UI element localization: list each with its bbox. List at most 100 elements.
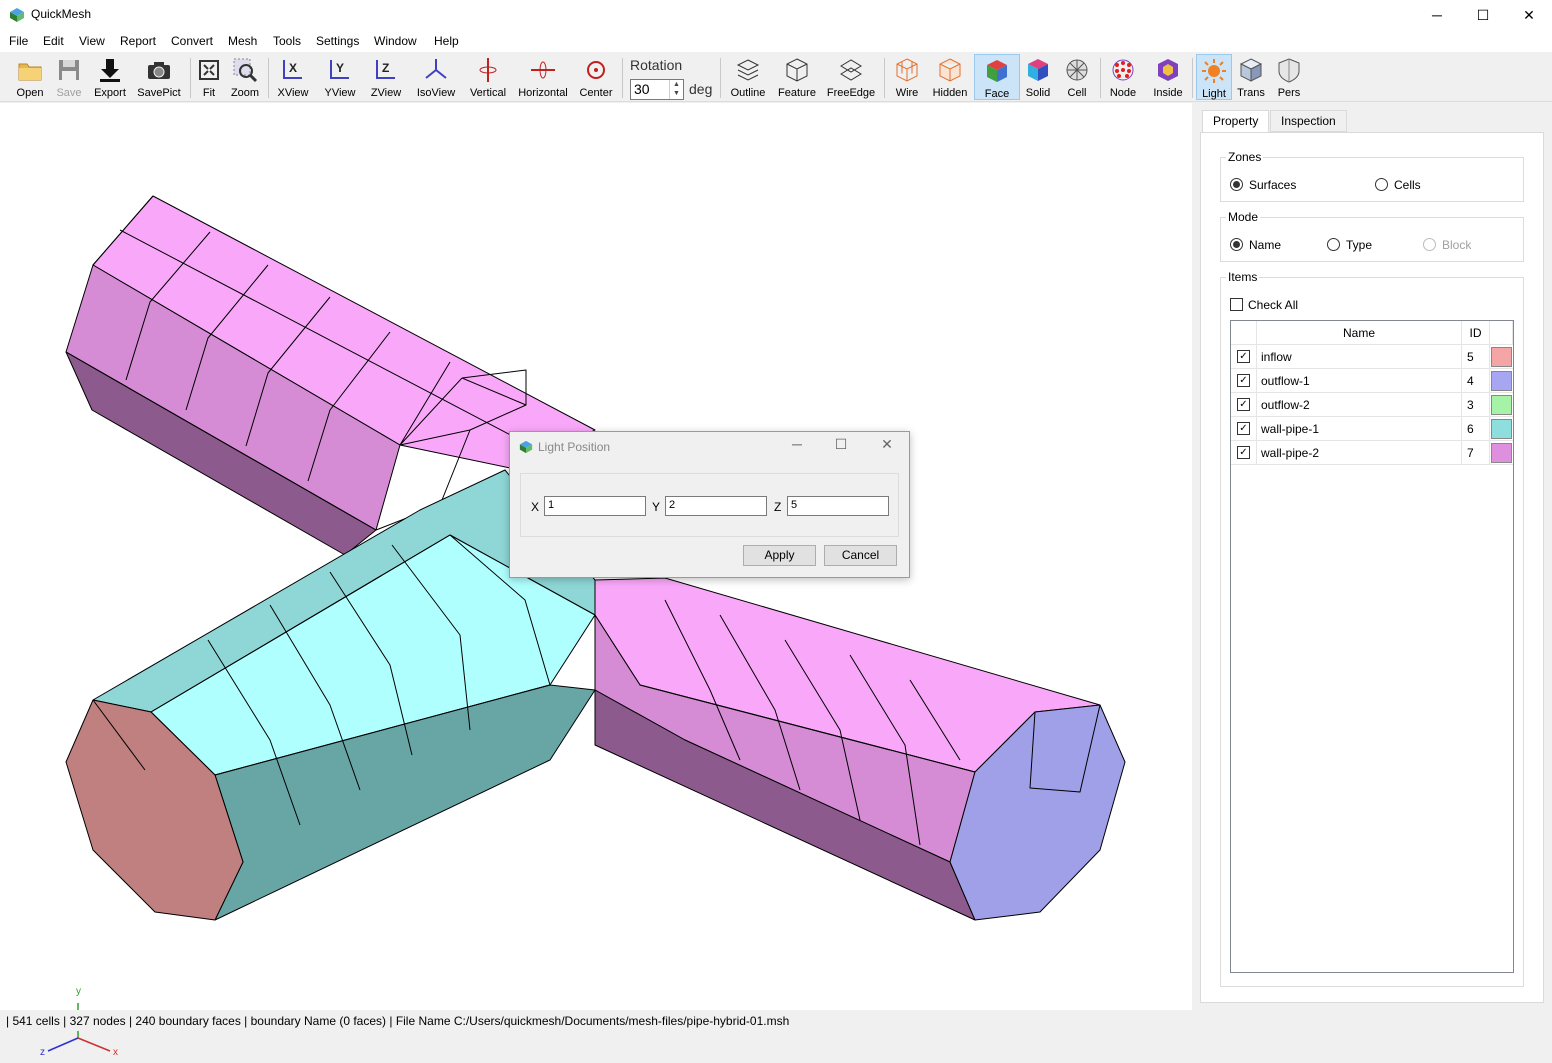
outline-layers-icon [736, 59, 760, 81]
horizontal-rotate-button[interactable]: Horizontal [516, 54, 570, 100]
radio-name-label: Name [1249, 238, 1282, 252]
column-header-id[interactable]: ID [1462, 321, 1490, 345]
dialog-maximize-button[interactable]: ☐ [826, 436, 856, 458]
pers-button[interactable]: Pers [1274, 54, 1304, 100]
folder-icon [18, 63, 42, 81]
sun-icon [1202, 59, 1226, 83]
dialog-minimize-button[interactable]: ─ [782, 436, 812, 458]
zview-button[interactable]: Z ZView [368, 54, 404, 100]
dialog-close-button[interactable]: ✕ [872, 436, 902, 458]
close-button[interactable]: ✕ [1506, 0, 1552, 30]
row-checkbox[interactable]: ✓ [1237, 422, 1250, 435]
table-row[interactable]: ✓ outflow-2 3 [1231, 393, 1513, 417]
x-axis-view-icon: X [283, 60, 302, 79]
menu-convert[interactable]: Convert [171, 34, 213, 48]
radio-cells[interactable] [1375, 178, 1388, 191]
check-all-checkbox[interactable] [1230, 298, 1243, 311]
wire-button[interactable]: Wire [890, 54, 924, 100]
tab-inspection[interactable]: Inspection [1270, 110, 1347, 132]
inside-hexagon-icon [1158, 59, 1178, 81]
spin-down-icon[interactable]: ▼ [673, 90, 680, 97]
menu-report[interactable]: Report [120, 34, 156, 48]
radio-name[interactable] [1230, 238, 1243, 251]
inside-button[interactable]: Inside [1150, 54, 1186, 100]
radio-type[interactable] [1327, 238, 1340, 251]
row-checkbox[interactable]: ✓ [1237, 350, 1250, 363]
menu-window[interactable]: Window [374, 34, 417, 48]
spin-up-icon[interactable]: ▲ [673, 81, 680, 88]
cell-button[interactable]: Cell [1062, 54, 1092, 100]
open-button[interactable]: Open [12, 54, 48, 100]
isoview-button[interactable]: IsoView [414, 54, 458, 100]
menu-tools[interactable]: Tools [273, 34, 301, 48]
center-target-icon [587, 61, 605, 79]
solid-button[interactable]: Solid [1022, 54, 1054, 100]
row-checkbox[interactable]: ✓ [1237, 374, 1250, 387]
cell-grid-sphere-icon [1066, 59, 1088, 81]
menu-mesh[interactable]: Mesh [228, 34, 257, 48]
hidden-button[interactable]: Hidden [930, 54, 970, 100]
row-checkbox[interactable]: ✓ [1237, 398, 1250, 411]
radio-cells-label: Cells [1394, 178, 1421, 192]
apply-button[interactable]: Apply [743, 545, 816, 566]
y-label: Y [652, 500, 661, 514]
xview-button[interactable]: X XView [275, 54, 311, 100]
row-id: 6 [1467, 422, 1474, 436]
row-name: outflow-2 [1261, 398, 1310, 412]
table-row[interactable]: ✓ wall-pipe-2 7 [1231, 441, 1513, 465]
minimize-button[interactable]: ─ [1414, 0, 1460, 30]
x-label: X [531, 500, 540, 514]
light-x-input[interactable]: 1 [544, 496, 646, 516]
axis-z-label: z [40, 1047, 45, 1058]
menu-help[interactable]: Help [434, 34, 459, 48]
menu-edit[interactable]: Edit [43, 34, 64, 48]
table-row[interactable]: ✓ wall-pipe-1 6 [1231, 417, 1513, 441]
menu-file[interactable]: File [9, 34, 28, 48]
free-edge-icon [840, 59, 862, 81]
table-row[interactable]: ✓ inflow 5 [1231, 345, 1513, 369]
window-title: QuickMesh [31, 7, 92, 21]
export-button[interactable]: Export [90, 54, 130, 100]
column-header-name[interactable]: Name [1257, 321, 1462, 345]
radio-surfaces[interactable] [1230, 178, 1243, 191]
hidden-line-cube-icon [939, 58, 961, 82]
row-name: wall-pipe-2 [1261, 446, 1320, 460]
table-row[interactable]: ✓ outflow-1 4 [1231, 369, 1513, 393]
freeedge-button[interactable]: FreeEdge [826, 54, 876, 100]
row-color-swatch[interactable] [1491, 443, 1512, 463]
menu-settings[interactable]: Settings [316, 34, 359, 48]
row-color-swatch[interactable] [1491, 371, 1512, 391]
light-position-dialog: Light Position ─ ☐ ✕ X 1 Y 2 Z 5 Apply C… [509, 431, 910, 578]
row-color-swatch[interactable] [1491, 347, 1512, 367]
node-button[interactable]: Node [1106, 54, 1140, 100]
maximize-button[interactable]: ☐ [1460, 0, 1506, 30]
trans-button[interactable]: Trans [1234, 54, 1268, 100]
savepict-button[interactable]: SavePict [136, 54, 182, 100]
fit-button[interactable]: Fit [195, 54, 223, 100]
light-z-input[interactable]: 5 [787, 496, 889, 516]
feature-button[interactable]: Feature [776, 54, 818, 100]
row-id: 5 [1467, 350, 1474, 364]
toolbar: Open Save Export SavePict Fit Zoom X XVi… [0, 52, 1552, 102]
yview-button[interactable]: Y YView [322, 54, 358, 100]
vertical-rotate-button[interactable]: Vertical [466, 54, 510, 100]
row-color-swatch[interactable] [1491, 395, 1512, 415]
center-button[interactable]: Center [576, 54, 616, 100]
zoom-button[interactable]: Zoom [228, 54, 262, 100]
horizontal-rotate-icon [531, 61, 555, 79]
tab-property[interactable]: Property [1202, 110, 1270, 133]
save-button[interactable]: Save [52, 54, 86, 100]
light-button[interactable]: Light [1196, 54, 1232, 100]
cancel-button[interactable]: Cancel [824, 545, 897, 566]
row-checkbox[interactable]: ✓ [1237, 446, 1250, 459]
face-button[interactable]: Face [974, 54, 1020, 100]
rotation-unit: deg [689, 81, 713, 97]
fit-view-icon [199, 60, 219, 80]
outline-button[interactable]: Outline [728, 54, 768, 100]
light-y-input[interactable]: 2 [665, 496, 767, 516]
app-logo-icon [10, 8, 24, 22]
row-color-swatch[interactable] [1491, 419, 1512, 439]
menu-view[interactable]: View [79, 34, 105, 48]
rotation-spinner[interactable]: ▲ ▼ [669, 80, 683, 99]
z-axis-view-icon: Z [376, 60, 395, 79]
